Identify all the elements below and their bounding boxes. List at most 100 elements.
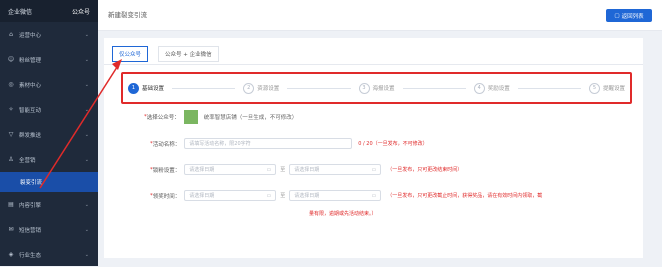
fans-end-date-input[interactable]: 请选择日期 ▭ — [289, 164, 382, 175]
calendar-icon: ▭ — [371, 166, 377, 173]
home-icon: ⌂ — [9, 31, 13, 38]
sidebar-item-items22[interactable]: ◈ 行业生态 ⌄ — [0, 242, 98, 267]
chevron-down-icon: ⌄ — [84, 251, 89, 258]
content-icon: ▤ — [8, 201, 14, 208]
marketing-icon: ♙ — [8, 156, 14, 163]
step-number: 5 — [589, 82, 600, 94]
tab-official-account[interactable]: 公众号 — [72, 7, 90, 16]
sidebar-subitem-fission[interactable]: 裂变引流 — [0, 172, 98, 192]
top-bar: 新建裂变引流 ▢ 返回列表 — [98, 0, 662, 31]
sidebar-item-label: 运营中心 — [19, 32, 42, 39]
chevron-down-icon: ⌄ — [84, 56, 89, 63]
tab-official-plus-wecom[interactable]: 公众号 + 企业微信 — [158, 46, 219, 62]
fans-lock-label: 锁粉设置： — [152, 167, 181, 174]
step-1[interactable]: 1 基础设置 — [128, 82, 165, 94]
fans-lock-hint: （一旦发布，只可更改结束时间） — [387, 167, 463, 173]
step-connector — [517, 87, 581, 89]
fans-end-placeholder: 请选择日期 — [294, 167, 320, 173]
page-title: 新建裂变引流 — [108, 11, 147, 19]
sidebar-item-label: 行业生态 — [19, 252, 42, 259]
step-label: 提醒设置 — [603, 86, 626, 92]
sidebar-item-label: 群发推送 — [19, 132, 42, 139]
official-account-label: 选择公众号： — [146, 115, 180, 121]
chevron-down-icon: ⌄ — [84, 106, 89, 113]
fans-icon: ☺ — [7, 56, 15, 63]
sidebar-item-label: 内容引擎 — [19, 202, 42, 209]
chevron-down-icon: ⌄ — [84, 31, 89, 38]
reward-start-date-input[interactable]: 请选择日期 ▭ — [184, 190, 277, 201]
sidebar-header: 企业微信 公众号 — [0, 0, 98, 22]
sidebar-item-items0[interactable]: ⌂ 运营中心 ⌄ — [0, 22, 98, 47]
sidebar-item-items21[interactable]: ✉ 短信营销 ⌄ — [0, 217, 98, 242]
step-5[interactable]: 5 提醒设置 — [589, 82, 626, 94]
step-connector — [172, 87, 236, 89]
back-to-list-label: 返回列表 — [621, 13, 644, 20]
step-3[interactable]: 3 海报设置 — [358, 82, 395, 94]
sidebar-item-items2[interactable]: ◎ 素材中心 ⌄ — [0, 72, 98, 97]
sidebar-item-label: 粉丝管理 — [19, 57, 42, 64]
sms-icon: ✉ — [8, 226, 14, 233]
reward-start-placeholder: 请选择日期 — [189, 193, 215, 199]
step-number: 4 — [473, 82, 485, 94]
industry-icon: ◈ — [8, 251, 14, 258]
sidebar-item-items1[interactable]: ☺ 粉丝管理 ⌄ — [0, 47, 98, 72]
fans-start-placeholder: 请选择日期 — [189, 167, 215, 173]
step-number: 2 — [243, 82, 255, 94]
step-label: 奖励设置 — [487, 86, 510, 92]
official-account-row: * 选择公众号： 统率智慧店铺（一旦生成，不可修改） — [144, 110, 297, 124]
tab-divider — [104, 64, 643, 65]
step-4[interactable]: 4 奖励设置 — [473, 82, 510, 94]
calendar-icon: ▭ — [266, 166, 272, 173]
activity-name-label: 活动名称： — [152, 141, 181, 148]
sidebar-item-label: 全营销 — [19, 157, 36, 164]
step-label: 基础设置 — [142, 86, 165, 92]
reward-end-date-input[interactable]: 请选择日期 ▭ — [289, 190, 382, 201]
back-to-list-button[interactable]: ▢ 返回列表 — [606, 9, 652, 22]
calendar-icon: ▭ — [266, 192, 272, 199]
official-account-avatar — [183, 110, 198, 124]
official-account-value: 统率智慧店铺（一旦生成，不可修改） — [203, 115, 298, 121]
activity-name-placeholder: 请填写活动名称，限20字符 — [189, 141, 251, 147]
back-icon: ▢ — [614, 12, 620, 19]
step-2[interactable]: 2 资源设置 — [243, 82, 280, 94]
sidebar-item-items3[interactable]: ✧ 智能互动 ⌄ — [0, 97, 98, 122]
step-number: 1 — [128, 82, 139, 94]
activity-name-row: * 活动名称： 请填写活动名称，限20字符 0 / 20（一旦发布，不可修改） — [150, 138, 428, 149]
chevron-down-icon: ⌄ — [84, 226, 89, 233]
chevron-down-icon: ⌄ — [84, 156, 89, 163]
mode-tabs: 仅公众号 公众号 + 企业微信 — [112, 46, 219, 64]
reward-time-hint-continued: 量有限，逾期或先活动结束。） — [309, 211, 377, 217]
step-label: 海报设置 — [372, 86, 395, 92]
date-separator: 至 — [280, 167, 286, 173]
chevron-down-icon: ⌄ — [84, 201, 89, 208]
step-indicator: 1 基础设置 2 资源设置 3 海报设置 4 奖励设置 5 提醒设置 — [121, 72, 632, 104]
sidebar-item-items5[interactable]: ♙ 全营销 ⌄ — [0, 147, 98, 172]
step-connector — [402, 87, 466, 89]
reward-end-placeholder: 请选择日期 — [294, 193, 320, 199]
step-label: 资源设置 — [257, 86, 280, 92]
sidebar-item-label: 短信营销 — [19, 227, 42, 234]
tab-enterprise-wechat[interactable]: 企业微信 — [8, 7, 32, 16]
main-panel: 仅公众号 公众号 + 企业微信 1 基础设置 2 资源设置 3 海报设置 4 奖励设置 5 提醒设… — [104, 38, 643, 258]
step-number: 3 — [358, 82, 370, 94]
step-connector — [287, 87, 351, 89]
chevron-down-icon: ⌄ — [84, 81, 89, 88]
fans-start-date-input[interactable]: 请选择日期 ▭ — [184, 164, 277, 175]
reward-time-label: 领奖时间： — [152, 193, 181, 200]
sidebar-item-items20[interactable]: ▤ 内容引擎 ⌄ — [0, 192, 98, 217]
interact-icon: ✧ — [8, 106, 14, 113]
activity-name-counter: 0 / 20（一旦发布，不可修改） — [358, 141, 428, 147]
fans-lock-row: * 锁粉设置： 请选择日期 ▭ 至 请选择日期 ▭ （一旦发布，只可更改结束时间… — [150, 164, 462, 175]
sidebar-item-label: 素材中心 — [19, 82, 42, 89]
chevron-down-icon: ⌄ — [84, 131, 89, 138]
date-separator: 至 — [280, 193, 286, 199]
activity-name-input[interactable]: 请填写活动名称，限20字符 — [184, 138, 353, 149]
tab-official-only[interactable]: 仅公众号 — [112, 46, 149, 62]
reward-time-hint: （一旦发布，只可更改截止时间，获得奖品，请在有效时间内领取，截 — [387, 193, 543, 199]
sidebar: 企业微信 公众号 ⌂ 运营中心 ⌄ ☺ 粉丝管理 ⌄ ◎ 素材中心 ⌄ ✧ 智能互动 ⌄ ▽ 群发推送 ⌄ ♙… — [0, 0, 98, 266]
sidebar-item-items4[interactable]: ▽ 群发推送 ⌄ — [0, 122, 98, 147]
sidebar-item-label: 智能互动 — [19, 107, 42, 114]
reward-time-row: * 领奖时间： 请选择日期 ▭ 至 请选择日期 ▭ （一旦发布，只可更改截止时间… — [150, 190, 542, 201]
calendar-icon: ▭ — [371, 192, 377, 199]
material-icon: ◎ — [8, 81, 14, 88]
